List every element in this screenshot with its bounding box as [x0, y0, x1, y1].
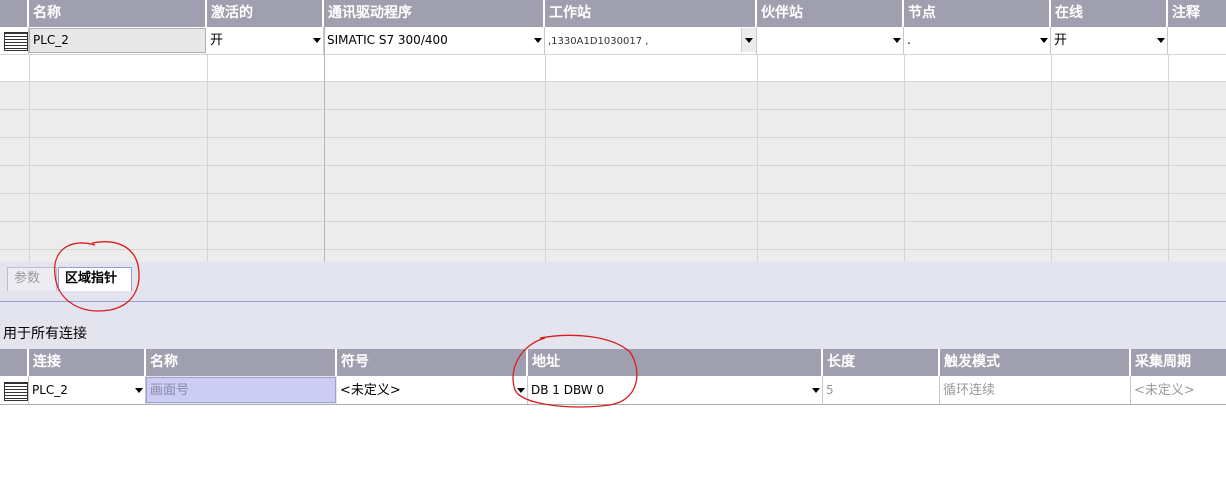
- annotation-circle-tab: [54, 241, 140, 312]
- annotation-circle-address: [512, 334, 638, 408]
- annotation-overlay: [54, 241, 638, 408]
